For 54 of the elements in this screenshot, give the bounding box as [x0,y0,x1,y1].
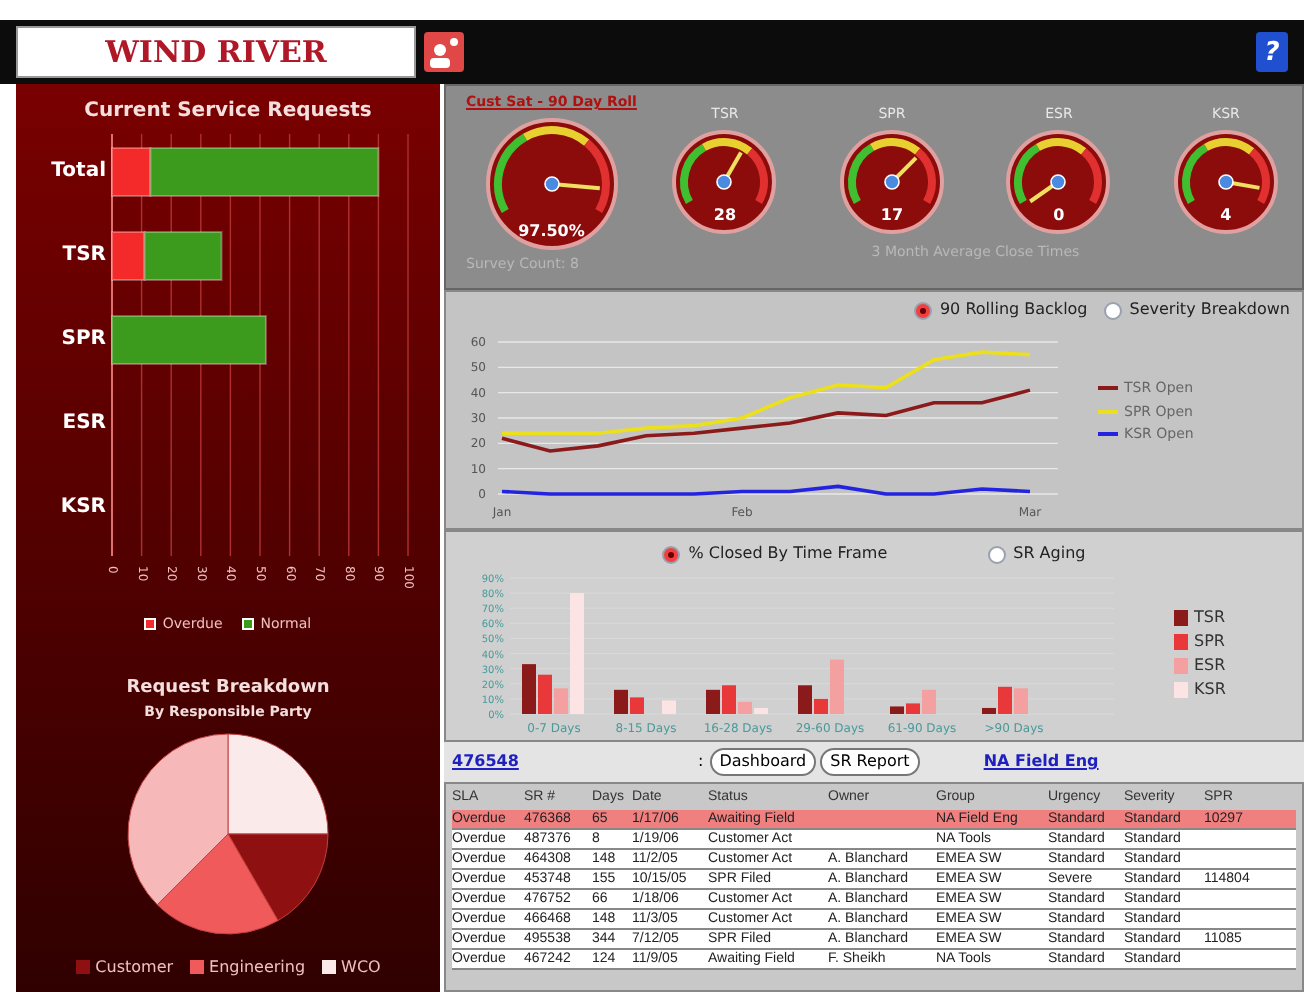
gauge-hub-icon [1051,173,1067,189]
gauge-hub-icon [717,173,733,189]
gauge-reading: 4 [1218,203,1234,227]
radio-button[interactable] [662,545,681,563]
radio-label: SR Aging [1013,542,1086,566]
category-label: Total [51,160,106,182]
legend-label: Customer [95,955,174,979]
legend-label: Engineering [209,955,306,979]
gauge-reading: 0 [1051,203,1067,227]
legend-label: TSR [1194,606,1226,630]
chart-title: Current Service Requests [84,98,372,126]
legend-swatch [1174,658,1188,674]
nav-button[interactable]: Dashboard [709,748,817,776]
radio-button[interactable] [1103,301,1122,319]
legend-label: ESR [1194,654,1226,678]
separator: : [698,750,704,774]
sr-link[interactable]: 476548 [452,750,692,774]
gauge-dial-drawing [672,129,777,233]
category-label: ESR [62,412,106,434]
chart-title: Request Breakdown [126,675,330,701]
legend-swatch [144,618,157,631]
legend-label: KSR [1194,678,1226,702]
gauge-dial-drawing [485,117,618,249]
gauge-hub-icon [884,173,900,189]
gauge-needle [890,155,918,183]
radio-button[interactable] [913,301,932,319]
legend-label: SPR [1194,630,1225,654]
user-icon [424,32,464,72]
bar [662,700,676,714]
legend-swatch [242,618,255,631]
gauge-hub-icon [543,175,560,191]
help-button[interactable]: ? [1256,32,1288,72]
logo: WIND RIVER [16,26,416,78]
gauge-reading: 28 [711,203,739,227]
category-label: SPR [61,328,106,350]
gauge-dial-drawing [1173,129,1278,233]
radio-label: 90 Rolling Backlog [939,298,1088,322]
legend-swatch [1174,610,1188,626]
radio-label: Severity Breakdown [1129,298,1290,322]
nav-button[interactable]: SR Report [820,748,920,776]
category-label: TSR [62,244,106,266]
legend-label: WCO [341,955,381,979]
gauge-reading: 97.50% [516,219,587,243]
group-link[interactable]: NA Field Eng [983,750,1099,774]
gauge-dial-drawing [1006,129,1111,233]
gauge-hub-icon [1218,173,1234,189]
radio-button[interactable] [987,545,1006,563]
radio-label: % Closed By Time Frame [688,542,888,566]
category-label: KSR [60,496,106,518]
gauge-reading: 17 [878,203,906,227]
gauge-needle [723,150,744,182]
legend-swatch [1174,634,1188,650]
legend-swatch [1174,682,1188,698]
gauge-dial-drawing [839,129,944,233]
